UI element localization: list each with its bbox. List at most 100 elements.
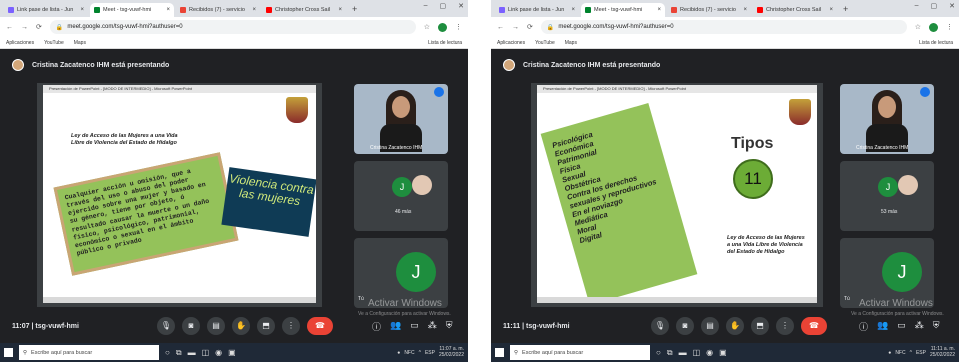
- host-controls-icon[interactable]: ⛨: [933, 320, 940, 333]
- captions-icon[interactable]: ▤: [701, 317, 719, 335]
- people-icon[interactable]: 👥: [877, 320, 888, 333]
- info-icon[interactable]: ⓘ: [372, 320, 381, 333]
- more-icon[interactable]: ⋮: [282, 317, 300, 335]
- end-call-icon[interactable]: ☎: [801, 317, 827, 335]
- mic-icon[interactable]: 🎙: [651, 317, 669, 335]
- browser-tab[interactable]: Link pase de lista - Jun ×: [495, 3, 579, 17]
- word-icon[interactable]: ▣: [228, 348, 236, 357]
- camera-icon[interactable]: ◙: [676, 317, 694, 335]
- new-tab-button[interactable]: +: [348, 3, 361, 17]
- reading-list[interactable]: Lista de lectura: [919, 40, 953, 46]
- host-controls-icon[interactable]: ⛨: [446, 320, 453, 333]
- browser-tab[interactable]: Link pase de lista - Jun ×: [4, 3, 88, 17]
- word-icon[interactable]: ▣: [719, 348, 727, 357]
- menu-icon[interactable]: ⋮: [455, 23, 462, 31]
- browser-tab[interactable]: Recibidos (7) - servicio ×: [176, 3, 260, 17]
- profile-avatar[interactable]: [438, 22, 447, 32]
- browser-tab[interactable]: Christopher Cross Sail ×: [262, 3, 346, 17]
- browser-tab[interactable]: Christopher Cross Sail ×: [753, 3, 837, 17]
- tray-arrows-icon[interactable]: ^: [419, 350, 421, 356]
- present-icon[interactable]: ⬒: [257, 317, 275, 335]
- participants-tile[interactable]: J 46 más: [354, 161, 448, 231]
- taskbar-search[interactable]: ⚲ Escribe aquí para buscar: [510, 345, 650, 360]
- present-icon[interactable]: ⬒: [751, 317, 769, 335]
- minimize-icon[interactable]: –: [424, 2, 428, 10]
- close-tab-icon[interactable]: ×: [571, 7, 575, 13]
- new-tab-button[interactable]: +: [839, 3, 852, 17]
- star-icon[interactable]: ☆: [915, 23, 921, 31]
- task-view-icon[interactable]: ⧉: [667, 348, 673, 358]
- reload-icon[interactable]: ⟳: [36, 23, 42, 31]
- taskbar-search[interactable]: ⚲ Escribe aquí para buscar: [19, 345, 159, 360]
- weather-icon[interactable]: ●: [888, 350, 891, 356]
- profile-avatar[interactable]: [929, 22, 938, 32]
- activities-icon[interactable]: ⁂: [428, 320, 437, 333]
- raise-hand-icon[interactable]: ✋: [232, 317, 250, 335]
- more-icon[interactable]: ⋮: [776, 317, 794, 335]
- camera-icon[interactable]: ◙: [182, 317, 200, 335]
- reload-icon[interactable]: ⟳: [527, 23, 533, 31]
- bookmark-maps[interactable]: Maps: [74, 40, 86, 46]
- bookmark-maps[interactable]: Maps: [565, 40, 577, 46]
- chrome-icon[interactable]: ◉: [706, 348, 713, 357]
- store-icon[interactable]: ◫: [202, 348, 210, 357]
- self-camera-tile[interactable]: Cristina Zacatenco IHM: [354, 84, 448, 154]
- file-explorer-icon[interactable]: ▬: [188, 348, 196, 357]
- menu-icon[interactable]: ⋮: [946, 23, 953, 31]
- browser-tab-active[interactable]: Meet - tsg-vuwf-hmi ×: [90, 3, 174, 17]
- bookmark-apps[interactable]: Aplicaciones: [497, 40, 525, 46]
- raise-hand-icon[interactable]: ✋: [726, 317, 744, 335]
- weather-icon[interactable]: ●: [397, 350, 400, 356]
- close-tab-icon[interactable]: ×: [252, 7, 256, 13]
- star-icon[interactable]: ☆: [424, 23, 430, 31]
- bookmark-youtube[interactable]: YouTube: [44, 40, 64, 46]
- language-indicator[interactable]: ESP: [916, 350, 926, 356]
- pin-icon[interactable]: [434, 87, 444, 97]
- maximize-icon[interactable]: ▢: [931, 2, 938, 10]
- windows-start-icon[interactable]: [4, 348, 13, 357]
- windows-start-icon[interactable]: [495, 348, 504, 357]
- self-camera-tile[interactable]: Cristina Zacatenco IHM: [840, 84, 934, 154]
- pin-icon[interactable]: [920, 87, 930, 97]
- browser-tab[interactable]: Recibidos (7) - servicio ×: [667, 3, 751, 17]
- back-icon[interactable]: ←: [6, 24, 13, 31]
- bookmark-apps[interactable]: Aplicaciones: [6, 40, 34, 46]
- participants-tile[interactable]: J 53 más: [840, 161, 934, 231]
- forward-icon[interactable]: →: [512, 24, 519, 31]
- file-explorer-icon[interactable]: ▬: [679, 348, 687, 357]
- close-tab-icon[interactable]: ×: [743, 7, 747, 13]
- url-field[interactable]: 🔒 meet.google.com/tsg-vuwf-hmi?authuser=0: [540, 20, 907, 34]
- close-tab-icon[interactable]: ×: [338, 7, 342, 13]
- mic-icon[interactable]: 🎙: [157, 317, 175, 335]
- chrome-icon[interactable]: ◉: [215, 348, 222, 357]
- store-icon[interactable]: ◫: [693, 348, 701, 357]
- close-tab-icon[interactable]: ×: [80, 7, 84, 13]
- bookmark-youtube[interactable]: YouTube: [535, 40, 555, 46]
- cortana-icon[interactable]: ○: [656, 348, 661, 357]
- close-window-icon[interactable]: ✕: [458, 2, 464, 10]
- activities-icon[interactable]: ⁂: [915, 320, 924, 333]
- end-call-icon[interactable]: ☎: [307, 317, 333, 335]
- info-icon[interactable]: ⓘ: [859, 320, 868, 333]
- language-indicator[interactable]: ESP: [425, 350, 435, 356]
- close-window-icon[interactable]: ✕: [949, 2, 955, 10]
- close-tab-icon[interactable]: ×: [657, 7, 661, 13]
- people-icon[interactable]: 👥: [390, 320, 401, 333]
- url-field[interactable]: 🔒 meet.google.com/tsg-vuwf-hmi?authuser=0: [49, 20, 416, 34]
- close-tab-icon[interactable]: ×: [166, 7, 170, 13]
- task-view-icon[interactable]: ⧉: [176, 348, 182, 358]
- chat-icon[interactable]: ▭: [410, 320, 419, 333]
- chat-icon[interactable]: ▭: [897, 320, 906, 333]
- maximize-icon[interactable]: ▢: [440, 2, 447, 10]
- back-icon[interactable]: ←: [497, 24, 504, 31]
- minimize-icon[interactable]: –: [915, 2, 919, 10]
- browser-tab-active[interactable]: Meet - tsg-vuwf-hmi ×: [581, 3, 665, 17]
- reading-list[interactable]: Lista de lectura: [428, 40, 462, 46]
- forward-icon[interactable]: →: [21, 24, 28, 31]
- system-clock[interactable]: 11:07 a. m. 25/02/2022: [439, 346, 464, 358]
- close-tab-icon[interactable]: ×: [829, 7, 833, 13]
- captions-icon[interactable]: ▤: [207, 317, 225, 335]
- cortana-icon[interactable]: ○: [165, 348, 170, 357]
- system-clock[interactable]: 11:11 a. m. 25/02/2022: [930, 346, 955, 358]
- tray-arrows-icon[interactable]: ^: [910, 350, 912, 356]
